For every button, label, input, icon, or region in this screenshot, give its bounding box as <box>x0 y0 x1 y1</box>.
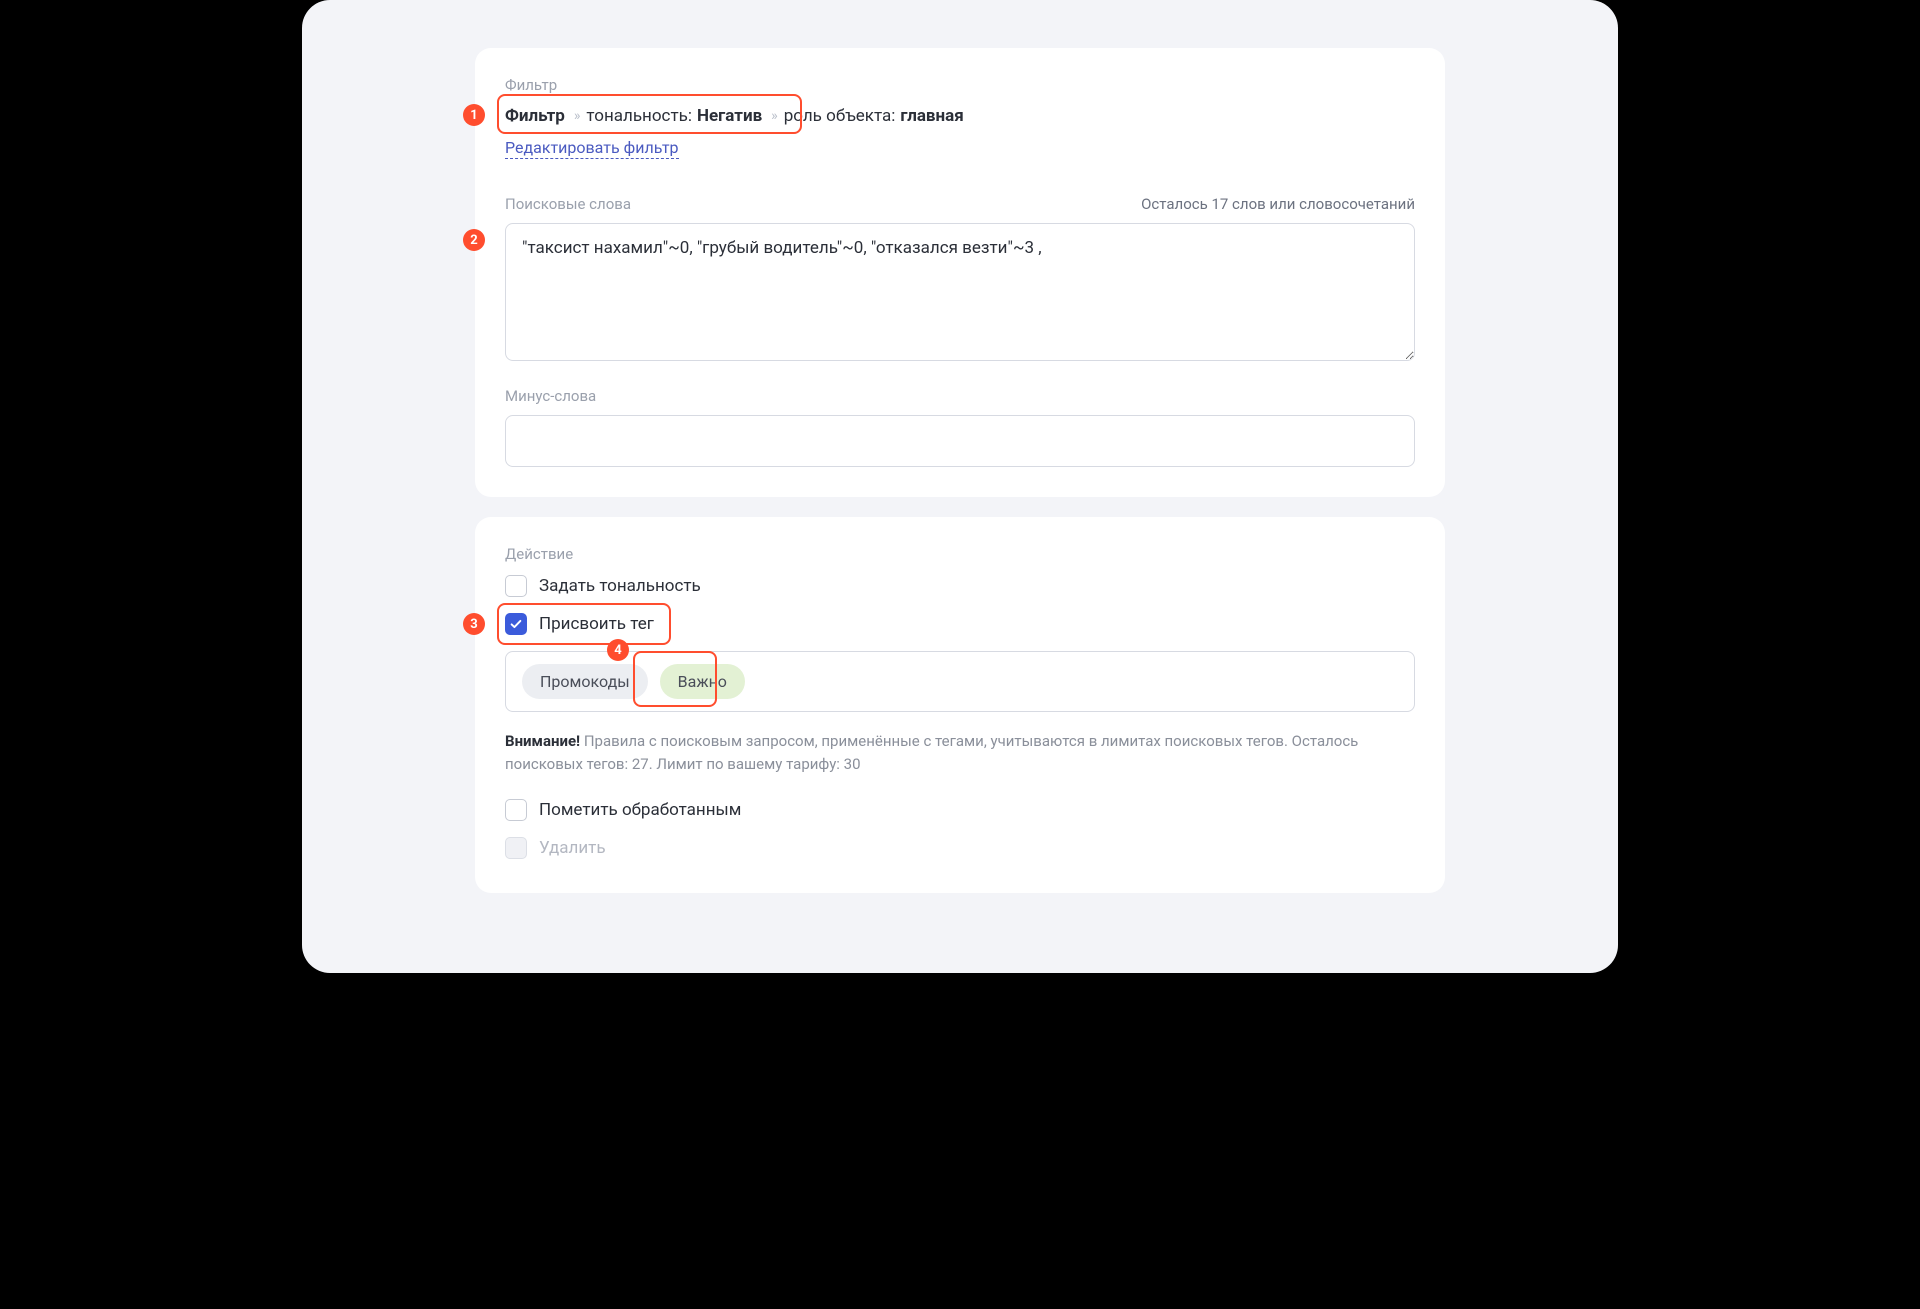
mark-processed-label: Пометить обработанным <box>539 800 741 820</box>
breadcrumb-tonality-value: Негатив <box>697 106 762 126</box>
delete-label: Удалить <box>539 838 606 858</box>
breadcrumb-root: Фильтр <box>505 106 565 126</box>
mark-processed-row: Пометить обработанным <box>505 799 1415 821</box>
mark-processed-checkbox[interactable] <box>505 799 527 821</box>
filter-section-label: Фильтр <box>505 76 1415 94</box>
action-card: Действие Задать тональность 3 Присвоить … <box>475 517 1445 893</box>
filter-breadcrumb: Фильтр » тональность: Негатив » роль объ… <box>505 106 1415 126</box>
chevron-icon: » <box>771 108 775 124</box>
assign-tag-label: Присвоить тег <box>539 614 654 634</box>
callout-marker-1: 1 <box>463 104 485 126</box>
app-frame: 1 Фильтр Фильтр » тональность: Негатив »… <box>302 0 1618 973</box>
search-words-label: Поисковые слова <box>505 195 631 213</box>
set-tonality-checkbox[interactable] <box>505 575 527 597</box>
callout-marker-2: 2 <box>463 229 485 251</box>
delete-checkbox <box>505 837 527 859</box>
breadcrumb-role-value: главная <box>900 106 963 126</box>
chevron-icon: » <box>574 108 578 124</box>
tag-limit-warning: Внимание! Правила с поисковым запросом, … <box>505 730 1415 777</box>
minus-words-input[interactable] <box>505 415 1415 467</box>
search-words-input[interactable] <box>505 223 1415 361</box>
assign-tag-row: Присвоить тег <box>505 613 1415 635</box>
tag-promocodes[interactable]: Промокоды <box>522 664 648 699</box>
filter-card: 1 Фильтр Фильтр » тональность: Негатив »… <box>475 48 1445 497</box>
callout-marker-3: 3 <box>463 613 485 635</box>
delete-row: Удалить <box>505 837 1415 859</box>
check-icon <box>509 617 523 631</box>
set-tonality-row: Задать тональность <box>505 575 1415 597</box>
tag-input-container[interactable]: Промокоды Важно <box>505 651 1415 712</box>
warning-text-body: Правила с поисковым запросом, применённы… <box>505 732 1358 773</box>
search-words-remaining: Осталось 17 слов или словосочетаний <box>1141 195 1415 213</box>
callout-marker-4: 4 <box>607 639 629 661</box>
action-section-label: Действие <box>505 545 1415 563</box>
assign-tag-checkbox[interactable] <box>505 613 527 635</box>
breadcrumb-role-label: роль объекта: <box>784 106 896 126</box>
minus-words-label: Минус-слова <box>505 387 1415 405</box>
warning-strong: Внимание! <box>505 732 580 750</box>
set-tonality-label: Задать тональность <box>539 576 701 596</box>
breadcrumb-tonality-label: тональность: <box>586 106 692 126</box>
tag-important[interactable]: Важно <box>660 664 745 699</box>
edit-filter-link[interactable]: Редактировать фильтр <box>505 138 679 159</box>
